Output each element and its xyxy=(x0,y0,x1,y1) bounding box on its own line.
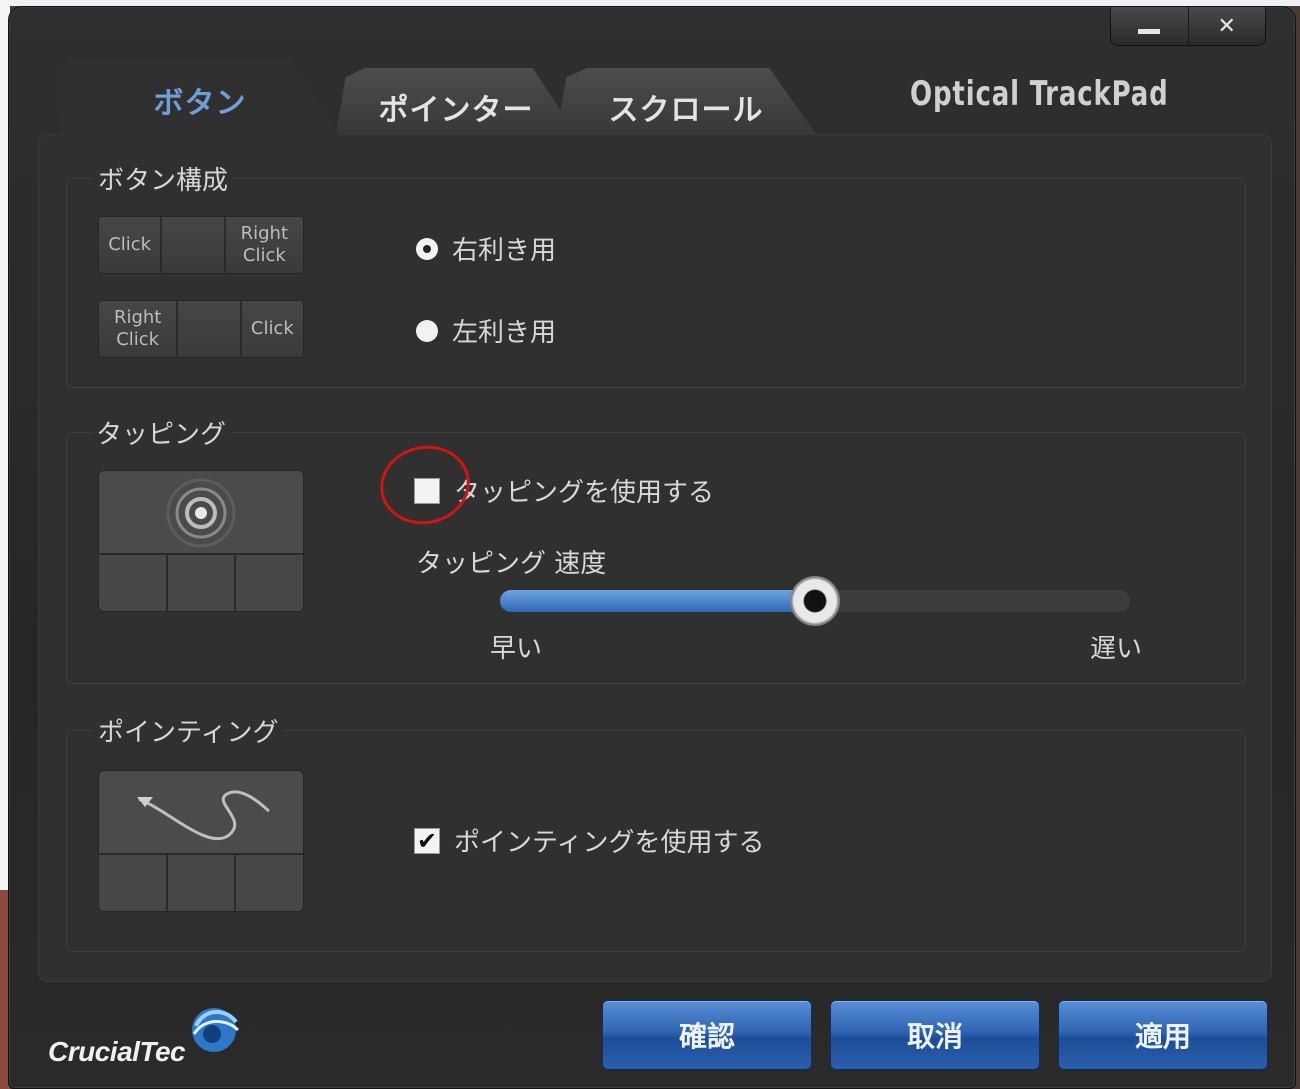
tapping-speed-label: タッピング 速度 xyxy=(416,549,607,579)
confirm-button[interactable]: 確認 xyxy=(602,1000,812,1070)
brand-name: CrucialTec xyxy=(48,1036,186,1067)
pad-right-zone: Right Click xyxy=(223,217,303,273)
radio-selected-dot xyxy=(423,244,431,253)
pointing-enable-option[interactable]: ✔ ポインティングを使用する xyxy=(414,822,764,859)
tap-target-icon xyxy=(166,478,236,548)
illustration-pad-area xyxy=(99,471,303,555)
pad-right-zone: Click xyxy=(239,301,303,357)
checkmark-icon: ✔ xyxy=(416,826,438,855)
pointing-title: ポインティング xyxy=(94,712,283,749)
left-hand-option[interactable]: 左利き用 xyxy=(416,312,556,349)
tapping-title: タッピング xyxy=(92,414,231,451)
pointing-enable-label: ポインティングを使用する xyxy=(454,828,765,858)
right-hand-radio[interactable] xyxy=(416,237,438,260)
left-hand-layout-illustration: Right Click Click xyxy=(98,300,304,358)
crucialtec-logo-icon xyxy=(192,1008,240,1052)
button-config-title: ボタン構成 xyxy=(94,160,233,197)
pad-middle-zone xyxy=(176,301,240,357)
app-title: Optical TrackPad xyxy=(910,74,1169,114)
left-hand-radio[interactable] xyxy=(416,319,438,342)
slider-fill xyxy=(500,590,815,612)
left-hand-label: 左利き用 xyxy=(452,318,557,348)
tapping-enable-label: タッピングを使用する xyxy=(454,478,715,508)
speed-slow-label: 遅い xyxy=(1090,634,1143,664)
illustration-buttons xyxy=(99,555,303,611)
tab-pointer-label: ポインター xyxy=(378,93,534,128)
tab-buttons-label: ボタン xyxy=(153,86,247,121)
pad-left-zone: Click xyxy=(99,217,161,273)
speed-fast-label: 早い xyxy=(490,634,543,664)
pad-left-zone: Right Click xyxy=(99,301,177,357)
slider-thumb[interactable] xyxy=(790,576,840,626)
cancel-button[interactable]: 取消 xyxy=(830,1000,1040,1070)
close-icon: ✕ xyxy=(1217,13,1236,39)
illustration-pad-area xyxy=(99,771,303,855)
pointing-enable-checkbox[interactable]: ✔ xyxy=(414,826,440,855)
pointer-path-icon xyxy=(137,790,270,841)
tapping-speed-slider[interactable] xyxy=(500,576,1130,626)
minimize-icon xyxy=(1138,28,1161,34)
pad-middle-zone xyxy=(160,217,224,273)
right-hand-layout-illustration: Click Right Click xyxy=(98,216,304,274)
minimize-button[interactable] xyxy=(1111,7,1188,45)
close-button[interactable]: ✕ xyxy=(1187,7,1266,45)
pointing-illustration xyxy=(98,770,304,912)
right-hand-label: 右利き用 xyxy=(452,236,557,266)
tapping-illustration xyxy=(98,470,304,612)
window-controls: ✕ xyxy=(1110,6,1266,46)
illustration-buttons xyxy=(99,855,303,911)
tab-scroll-label: スクロール xyxy=(608,93,764,128)
apply-button[interactable]: 適用 xyxy=(1058,1000,1268,1070)
right-hand-option[interactable]: 右利き用 xyxy=(416,230,556,267)
